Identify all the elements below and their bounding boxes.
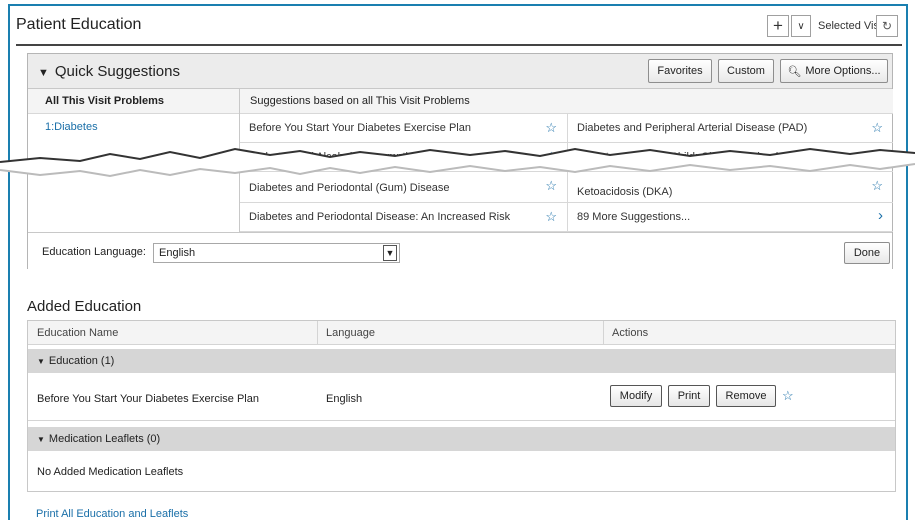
quick-suggestions-header: ▼ Quick Suggestions Favorites Custom 🔍︎ Mo… xyxy=(28,54,892,89)
collapse-triangle-icon: ▼ xyxy=(38,67,49,79)
education-language-label: Education Language: xyxy=(42,246,146,258)
collapse-triangle-icon: ▼ xyxy=(37,357,45,366)
suggestion-item[interactable]: Diabetes and Periodontal (Gum) Disease ☆ xyxy=(240,172,568,203)
suggestion-item[interactable]: Ketoacidosis (DKA) ☆ xyxy=(568,172,893,203)
suggestion-item[interactable]: Diabetes and Peripheral Arterial Disease… xyxy=(568,114,893,143)
empty-leaflets-message: No Added Medication Leaflets xyxy=(37,466,184,478)
suggestion-item[interactable]: Diabetes and Your Child: Checking Blood … xyxy=(568,143,893,172)
table-header: Education Name Language Actions xyxy=(28,321,895,345)
suggestions-grid: Before You Start Your Diabetes Exercise … xyxy=(240,114,893,232)
suggestion-label: Diabetes and Peripheral Arterial Disease… xyxy=(577,122,808,134)
problem-item-diabetes[interactable]: 1:Diabetes xyxy=(28,114,239,133)
column-header-education-name: Education Name xyxy=(37,327,119,339)
column-divider xyxy=(317,321,318,345)
remove-button[interactable]: Remove xyxy=(716,385,776,407)
language-bar: Education Language: English ▼ Done xyxy=(28,232,892,270)
favorite-star-icon[interactable]: ☆ xyxy=(545,178,557,194)
print-button[interactable]: Print xyxy=(668,385,710,407)
suggestion-label: Diabetes and Periodontal (Gum) Disease xyxy=(249,182,450,194)
problems-list: All This Visit Problems 1:Diabetes xyxy=(28,89,240,232)
column-divider xyxy=(603,321,604,345)
more-suggestions-link[interactable]: 89 More Suggestions... › xyxy=(568,203,893,232)
search-icon: 🔍︎ xyxy=(787,65,802,78)
favorite-star-icon[interactable]: ☆ xyxy=(871,149,883,165)
added-education-table: Education Name Language Actions ▼ Educati… xyxy=(27,320,896,492)
favorite-star-icon[interactable]: ☆ xyxy=(871,178,883,194)
collapse-triangle-icon: ▼ xyxy=(37,435,45,444)
chevron-down-icon: ▼ xyxy=(383,245,397,261)
custom-button[interactable]: Custom xyxy=(718,59,774,83)
suggestion-label: Diabetes and Your Child: Checking Blood … xyxy=(577,151,811,163)
favorite-star-icon[interactable]: ☆ xyxy=(545,209,557,225)
group-medication-leaflets-toggle[interactable]: ▼ Medication Leaflets (0) xyxy=(28,427,895,451)
favorite-star-icon[interactable]: ☆ xyxy=(782,388,794,404)
column-header-actions: Actions xyxy=(612,327,649,339)
plus-icon: + xyxy=(773,16,783,35)
quick-suggestions-toggle[interactable]: ▼ Quick Suggestions xyxy=(38,63,180,80)
print-all-link[interactable]: Print All Education and Leaflets xyxy=(36,508,188,520)
refresh-button[interactable]: ↻ xyxy=(876,15,898,37)
quick-suggestions-panel: ▼ Quick Suggestions Favorites Custom 🔍︎ Mo… xyxy=(27,53,893,270)
favorite-star-icon[interactable]: ☆ xyxy=(545,120,557,136)
education-language-value: English xyxy=(159,247,196,259)
add-dropdown-button[interactable]: ∨ xyxy=(791,15,811,37)
refresh-icon: ↻ xyxy=(881,19,893,33)
education-name: Before You Start Your Diabetes Exercise … xyxy=(37,393,259,405)
group-label: Education (1) xyxy=(48,355,115,367)
more-options-label: More Options... xyxy=(805,65,881,77)
modify-button[interactable]: Modify xyxy=(610,385,662,407)
suggestion-label: Before You Start Your Diabetes Exercise … xyxy=(249,122,471,134)
suggestion-label: Diabetes and Alcohol Consumption xyxy=(249,151,421,163)
suggestion-item[interactable]: Diabetes and Periodontal Disease: An Inc… xyxy=(240,203,568,232)
more-suggestions-label: 89 More Suggestions... xyxy=(577,211,691,223)
table-row: Before You Start Your Diabetes Exercise … xyxy=(28,373,895,421)
education-language: English xyxy=(326,393,363,405)
suggestion-label: Diabetes and Periodontal Disease: An Inc… xyxy=(249,211,511,223)
chevron-down-icon: ∨ xyxy=(797,20,805,32)
suggestion-item[interactable]: Diabetes and Alcohol Consumption ☆ xyxy=(240,143,568,172)
group-education-toggle[interactable]: ▼ Education (1) xyxy=(28,349,895,373)
favorites-button[interactable]: Favorites xyxy=(648,59,712,83)
problems-header[interactable]: All This Visit Problems xyxy=(28,89,239,114)
done-button[interactable]: Done xyxy=(844,242,890,264)
group-label: Medication Leaflets (0) xyxy=(48,433,161,445)
quick-suggestions-title: Quick Suggestions xyxy=(54,63,180,80)
suggestion-label: Ketoacidosis (DKA) xyxy=(577,186,673,198)
favorite-star-icon[interactable]: ☆ xyxy=(871,120,883,136)
add-button[interactable]: + xyxy=(767,15,789,37)
chevron-right-icon: › xyxy=(878,207,883,224)
page-header: Patient Education + ∨ Selected Visit ↻ xyxy=(16,12,902,46)
column-header-language: Language xyxy=(326,327,375,339)
selected-visit-label: Selected Visit xyxy=(818,20,885,32)
suggestion-item[interactable]: Before You Start Your Diabetes Exercise … xyxy=(240,114,568,143)
page-title: Patient Education xyxy=(16,16,142,33)
suggestions-header: Suggestions based on all This Visit Prob… xyxy=(240,89,893,114)
more-options-button[interactable]: 🔍︎ More Options... xyxy=(780,59,888,83)
added-education-title: Added Education xyxy=(27,298,142,315)
education-language-select[interactable]: English ▼ xyxy=(153,243,400,263)
favorite-star-icon[interactable]: ☆ xyxy=(545,149,557,165)
